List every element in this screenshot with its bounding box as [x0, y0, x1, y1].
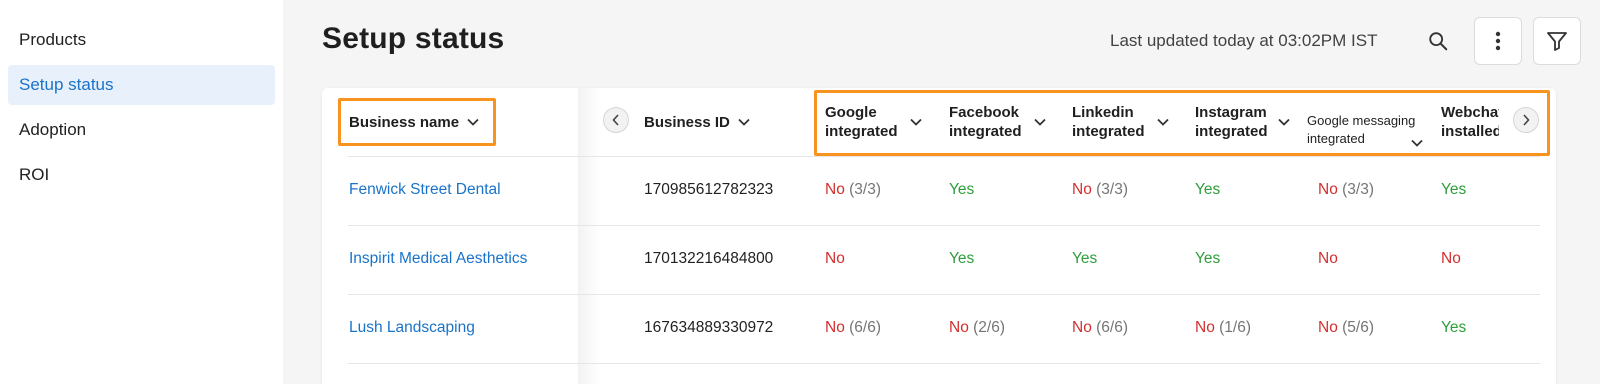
column-header-linkedin-integrated[interactable]: Linkedin integrated	[1072, 88, 1169, 156]
chevron-down-icon	[909, 118, 922, 126]
filter-icon	[1547, 32, 1567, 51]
sidebar-item-roi[interactable]: ROI	[8, 155, 275, 195]
sidebar-item-label: Adoption	[19, 120, 87, 139]
chevron-left-icon	[612, 114, 619, 126]
business-id-cell: 170132216484800	[644, 250, 774, 267]
sidebar-item-label: Setup status	[19, 75, 114, 94]
more-vert-icon	[1495, 31, 1501, 51]
webchat-installed-cell: No	[1441, 250, 1461, 267]
row-divider	[348, 363, 1540, 364]
last-updated-text: Last updated today at 03:02PM IST	[1110, 31, 1378, 50]
google-messaging-integrated-cell: No	[1318, 250, 1338, 267]
business-name-link[interactable]: Fenwick Street Dental	[349, 181, 501, 199]
webchat-installed-cell: Yes	[1441, 181, 1467, 198]
scroll-left-button[interactable]	[603, 107, 629, 133]
page-title: Setup status	[322, 22, 505, 55]
linkedin-integrated-cell: Yes	[1072, 250, 1098, 267]
column-header-business-name[interactable]: Business name	[349, 88, 479, 156]
facebook-integrated-cell: Yes	[949, 250, 975, 267]
column-header-instagram-integrated[interactable]: Instagram integrated	[1195, 88, 1290, 156]
column-header-webchat-installed[interactable]: Webchat installed	[1441, 88, 1499, 156]
filter-button[interactable]	[1533, 17, 1581, 65]
search-button[interactable]	[1425, 28, 1451, 54]
search-icon	[1429, 32, 1448, 51]
column-header-facebook-integrated[interactable]: Facebook integrated	[949, 88, 1046, 156]
google-integrated-cell: No	[825, 250, 845, 267]
webchat-installed-cell: Yes	[1441, 319, 1467, 336]
sidebar-item-adoption[interactable]: Adoption	[8, 110, 275, 150]
chevron-down-icon	[1033, 118, 1046, 126]
sidebar-item-products[interactable]: Products	[8, 20, 275, 60]
column-header-business-id[interactable]: Business ID	[644, 88, 750, 156]
instagram-integrated-cell: Yes	[1195, 250, 1221, 267]
chevron-down-icon	[1277, 118, 1290, 126]
linkedin-integrated-cell: No (6/6)	[1072, 319, 1129, 336]
chevron-down-icon	[738, 118, 750, 126]
instagram-integrated-cell: No (1/6)	[1195, 319, 1252, 336]
more-options-button[interactable]	[1474, 17, 1522, 65]
row-divider	[348, 225, 1540, 226]
google-integrated-cell: No (6/6)	[825, 319, 882, 336]
setup-status-table: Business name Business ID Google integrat…	[322, 88, 1556, 384]
business-name-link[interactable]: Lush Landscaping	[349, 319, 475, 337]
row-divider	[348, 156, 1540, 157]
column-header-google-messaging-integrated[interactable]: Google messaging integrated	[1307, 96, 1424, 164]
sidebar-item-label: Products	[19, 30, 87, 49]
sidebar-item-label: ROI	[19, 165, 50, 184]
instagram-integrated-cell: Yes	[1195, 181, 1221, 198]
business-name-link[interactable]: Inspirit Medical Aesthetics	[349, 250, 527, 268]
sidebar: Products Setup status Adoption ROI	[0, 0, 283, 384]
business-id-cell: 170985612782323	[644, 181, 774, 198]
chevron-down-icon	[1411, 139, 1424, 147]
frozen-column-shadow	[578, 88, 600, 384]
sidebar-item-setup-status[interactable]: Setup status	[8, 65, 275, 105]
chevron-down-icon	[1156, 118, 1169, 126]
google-messaging-integrated-cell: No (5/6)	[1318, 319, 1375, 336]
highlight-integration-columns	[814, 90, 1550, 156]
linkedin-integrated-cell: No (3/3)	[1072, 181, 1129, 198]
chevron-down-icon	[467, 118, 479, 126]
google-integrated-cell: No (3/3)	[825, 181, 882, 198]
chevron-right-icon	[1523, 114, 1530, 126]
business-id-cell: 167634889330972	[644, 319, 774, 336]
facebook-integrated-cell: No (2/6)	[949, 319, 1006, 336]
main-content: Setup status Last updated today at 03:02…	[283, 0, 1600, 384]
google-messaging-integrated-cell: No (3/3)	[1318, 181, 1375, 198]
column-header-google-integrated[interactable]: Google integrated	[825, 88, 922, 156]
scroll-right-button[interactable]	[1513, 107, 1539, 133]
facebook-integrated-cell: Yes	[949, 181, 975, 198]
row-divider	[348, 294, 1540, 295]
